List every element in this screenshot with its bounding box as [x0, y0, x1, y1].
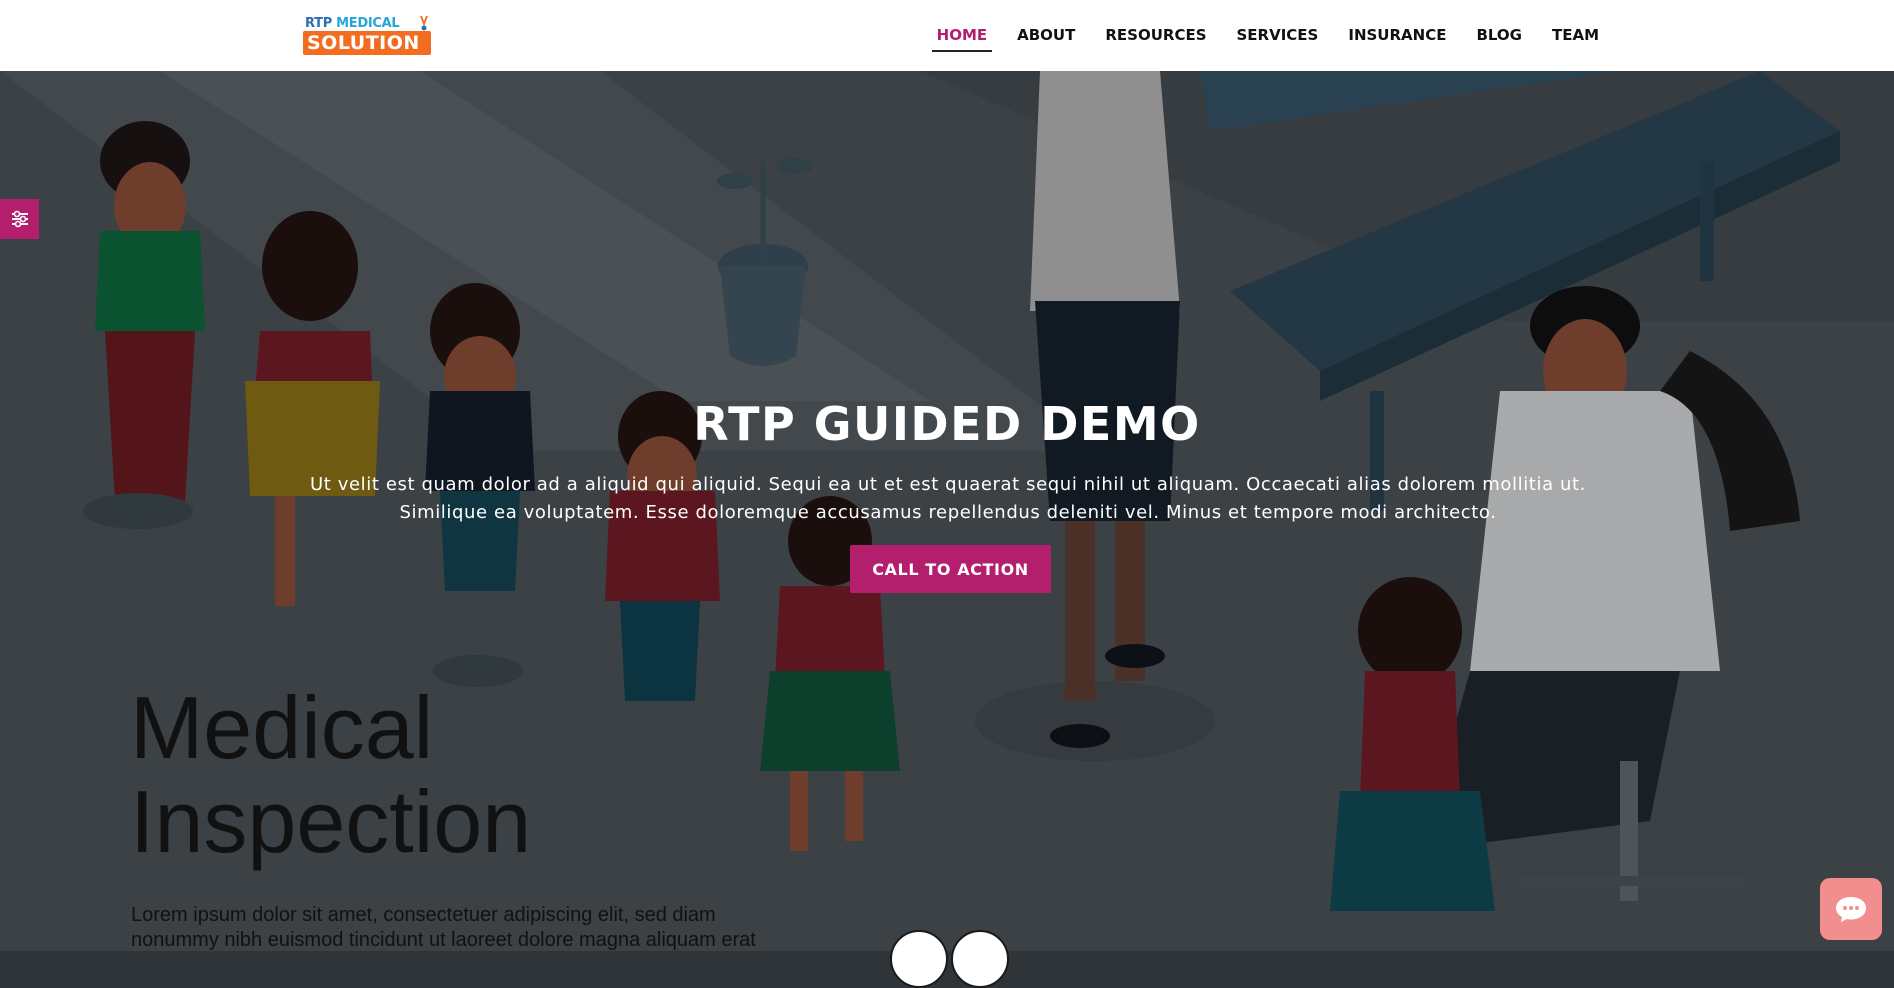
nav-item-insurance[interactable]: INSURANCE: [1333, 0, 1461, 71]
call-to-action-button[interactable]: CALL TO ACTION: [850, 545, 1051, 593]
nav-item-home[interactable]: HOME: [922, 0, 1002, 71]
hero-title: RTP GUIDED DEMO: [693, 396, 1201, 451]
poster-text: Lorem ipsum dolor sit amet, consectetuer…: [131, 904, 756, 951]
hero-section: RTP GUIDED DEMO Ut velit est quam dolor …: [0, 71, 1894, 951]
nav-item-blog[interactable]: BLOG: [1461, 0, 1537, 71]
nav-item-about[interactable]: ABOUT: [1002, 0, 1090, 71]
nav-item-services[interactable]: SERVICES: [1222, 0, 1334, 71]
chat-button[interactable]: [1820, 878, 1882, 940]
poster-title: Medical Inspection: [130, 681, 531, 869]
sliders-icon: [11, 210, 28, 228]
stethoscope-icon: [420, 15, 428, 31]
main-nav: HOME ABOUT RESOURCES SERVICES INSURANCE …: [922, 0, 1614, 71]
chat-bubble-icon: [1836, 897, 1866, 922]
slider-next-button[interactable]: [951, 930, 1009, 988]
logo-line-1: RTP MEDICAL: [305, 16, 400, 31]
poster-title-line-1: Medical: [130, 678, 434, 777]
hero-description: Ut velit est quam dolor ad a aliquid qui…: [310, 474, 1587, 523]
slider-prev-button[interactable]: [890, 930, 948, 988]
logo-line-2: SOLUTION: [303, 31, 431, 55]
poster-title-line-2: Inspection: [130, 772, 532, 871]
brand-logo[interactable]: RTP MEDICAL SOLUTION: [303, 14, 431, 57]
nav-item-resources[interactable]: RESOURCES: [1090, 0, 1221, 71]
nav-item-team[interactable]: TEAM: [1537, 0, 1614, 71]
settings-side-tab[interactable]: [0, 199, 39, 239]
top-navbar: RTP MEDICAL SOLUTION HOME ABOUT RESOURCE…: [0, 0, 1894, 71]
